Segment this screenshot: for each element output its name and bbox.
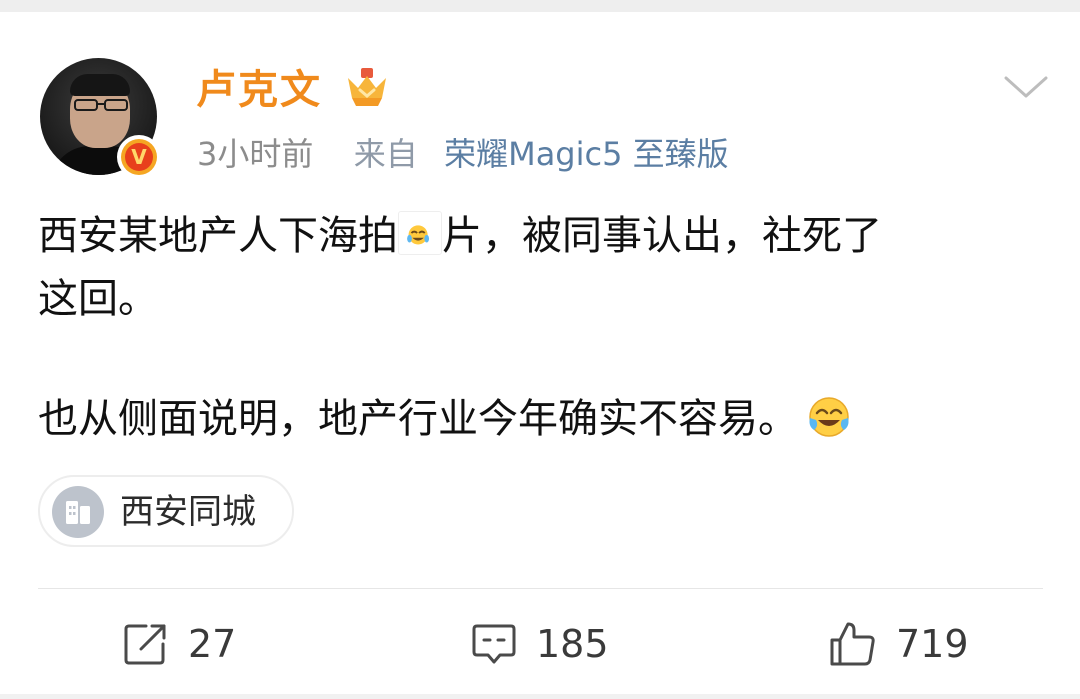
like-button[interactable]: 719: [828, 616, 969, 672]
comment-count: 185: [536, 622, 609, 666]
laugh-cry-emoji-icon: [809, 397, 849, 437]
avatar-glasses: [74, 99, 128, 111]
crown-icon[interactable]: [344, 66, 390, 110]
top-status-strip: [0, 0, 1080, 12]
repost-count: 27: [188, 622, 237, 666]
like-count: 719: [896, 622, 969, 666]
share-icon: [124, 624, 166, 665]
chevron-down-icon[interactable]: [1003, 72, 1049, 102]
post-text-line-1: 西安某地产人下海拍 片，被同事认出，社死了: [38, 208, 882, 264]
laugh-cry-emoji-icon: [398, 211, 442, 255]
comment-icon: [472, 624, 516, 664]
thumbs-up-icon: [830, 622, 875, 666]
avatar-hair: [70, 74, 130, 96]
post-text-line-2: 这回。: [38, 276, 158, 322]
post-time: 3小时前: [197, 135, 314, 173]
repost-button[interactable]: 27: [122, 616, 236, 672]
post-text-segment: 片，被同事认出，社死了: [442, 213, 882, 259]
post-text-segment: 也从侧面说明，地产行业今年确实不容易。: [38, 396, 798, 442]
post-text-line-3: 也从侧面说明，地产行业今年确实不容易。: [38, 391, 852, 447]
comment-button[interactable]: 185: [470, 616, 609, 672]
device-link[interactable]: 荣耀Magic5 至臻版: [444, 135, 729, 173]
source-prefix: 来自: [353, 135, 418, 173]
building-icon: [52, 486, 104, 538]
location-label: 西安同城: [120, 492, 256, 532]
post-meta: 3小时前 来自 荣耀Magic5 至臻版: [197, 132, 729, 176]
post-text-segment: 西安某地产人下海拍: [38, 213, 398, 259]
v-badge-icon: V: [117, 135, 161, 179]
bottom-strip: [0, 694, 1080, 699]
divider: [38, 588, 1043, 589]
author-name[interactable]: 卢克文: [196, 64, 322, 116]
location-tag[interactable]: 西安同城: [38, 475, 294, 547]
